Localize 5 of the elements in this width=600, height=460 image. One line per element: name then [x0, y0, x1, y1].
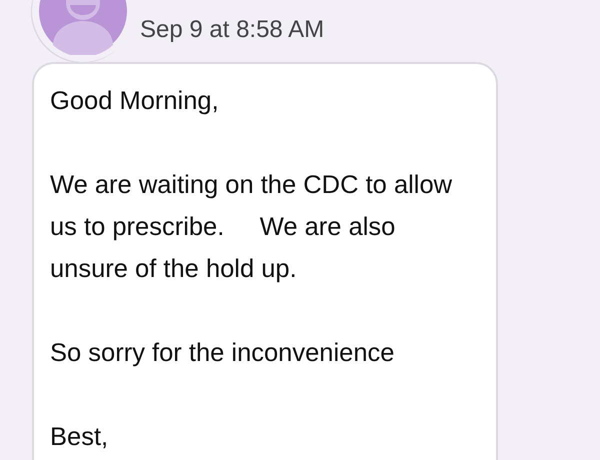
message-text: So sorry for the inconvenience	[50, 338, 396, 369]
message-text: We are waiting on the CDC to allow us to prescribe. We are also unsure of the hold up.	[50, 170, 454, 285]
message-text: Best,	[50, 422, 110, 453]
message-text: Good Morning,	[50, 86, 220, 117]
message-timestamp: Sep 9 at 8:58 AM	[140, 16, 324, 44]
